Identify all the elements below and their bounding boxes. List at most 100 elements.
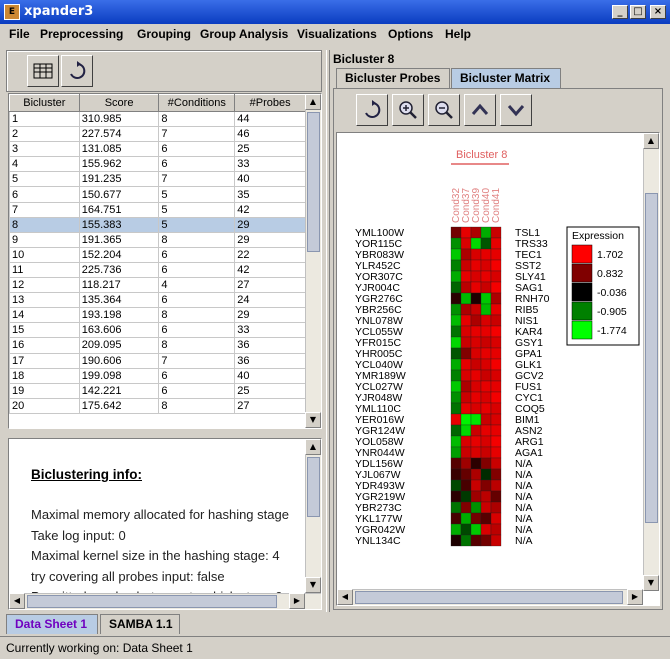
heatmap-cell bbox=[490, 369, 502, 382]
table-row[interactable]: 11 225.736 6 42 bbox=[9, 261, 306, 279]
scroll-up-arrow[interactable]: ▲ bbox=[305, 439, 321, 455]
table-vscroll[interactable]: ▲ ▼ bbox=[305, 94, 321, 428]
heatmap-cell bbox=[470, 402, 482, 415]
table-cell: 5 bbox=[158, 216, 236, 233]
legend-label: -0.905 bbox=[597, 306, 627, 318]
col-probes[interactable]: #Probes bbox=[234, 94, 306, 112]
matrix-hscroll[interactable]: ◀ ▶ bbox=[337, 589, 643, 605]
tab-bicluster-probes[interactable]: Bicluster Probes bbox=[336, 68, 450, 88]
table-cell: 14 bbox=[9, 307, 80, 324]
tab-data-sheet-1[interactable]: Data Sheet 1 bbox=[6, 614, 98, 634]
scroll-thumb[interactable] bbox=[307, 112, 320, 252]
menu-grouping[interactable]: Grouping bbox=[137, 27, 191, 41]
table-row[interactable]: 4 155.962 6 33 bbox=[9, 156, 306, 173]
table-row[interactable]: 19 142.221 6 25 bbox=[9, 382, 306, 399]
scroll-right-arrow[interactable]: ▶ bbox=[289, 593, 305, 609]
scroll-down-arrow[interactable]: ▼ bbox=[305, 412, 321, 428]
menu-file[interactable]: File bbox=[9, 27, 30, 41]
col-bicluster[interactable]: Bicluster bbox=[9, 94, 80, 112]
close-button[interactable]: × bbox=[650, 5, 666, 19]
scroll-up-arrow[interactable]: ▲ bbox=[643, 133, 659, 149]
heatmap-cell bbox=[460, 248, 472, 261]
table-row[interactable]: 15 163.606 6 33 bbox=[9, 322, 306, 339]
tab-samba[interactable]: SAMBA 1.1 bbox=[100, 614, 180, 634]
info-hscroll[interactable]: ◀ ▶ bbox=[9, 593, 321, 609]
table-row[interactable]: 6 150.677 5 35 bbox=[9, 186, 306, 203]
matrix-refresh-button[interactable] bbox=[356, 94, 388, 126]
info-vscroll[interactable]: ▲ ▼ bbox=[305, 439, 321, 593]
table-row[interactable]: 8 155.383 5 29 bbox=[9, 216, 306, 233]
heatmap-cell bbox=[450, 446, 462, 459]
tab-bicluster-matrix[interactable]: Bicluster Matrix bbox=[451, 68, 561, 88]
table-row[interactable]: 16 209.095 8 36 bbox=[9, 337, 306, 354]
heatmap-cell bbox=[470, 303, 482, 316]
heatmap-cell bbox=[470, 259, 482, 272]
table-cell: 42 bbox=[234, 201, 306, 218]
heatmap-cell bbox=[450, 248, 462, 261]
table-row[interactable]: 1 310.985 8 44 bbox=[9, 110, 306, 128]
heatmap-cell bbox=[460, 270, 472, 283]
table-row[interactable]: 10 152.204 6 22 bbox=[9, 246, 306, 263]
heatmap-cell bbox=[460, 490, 472, 503]
table-row[interactable]: 12 118.217 4 27 bbox=[9, 277, 306, 294]
scroll-thumb[interactable] bbox=[27, 595, 277, 608]
heatmap-cell bbox=[470, 501, 482, 514]
maximize-button[interactable]: □ bbox=[630, 5, 646, 19]
table-row[interactable]: 13 135.364 6 24 bbox=[9, 292, 306, 309]
table-row[interactable]: 20 175.642 8 27 bbox=[9, 397, 306, 414]
move-down-button[interactable] bbox=[500, 94, 532, 126]
zoom-out-button[interactable] bbox=[428, 94, 460, 126]
table-view-button[interactable] bbox=[27, 55, 59, 87]
table-cell: 7 bbox=[9, 201, 80, 218]
table-row[interactable]: 14 193.198 8 29 bbox=[9, 307, 306, 324]
scroll-left-arrow[interactable]: ◀ bbox=[337, 589, 353, 605]
chevron-down-icon bbox=[507, 105, 525, 117]
scroll-left-arrow[interactable]: ◀ bbox=[9, 593, 25, 609]
scroll-right-arrow[interactable]: ▶ bbox=[627, 589, 643, 605]
table-row[interactable]: 17 190.606 7 36 bbox=[9, 352, 306, 369]
heatmap-cell bbox=[470, 523, 482, 536]
heatmap-cell bbox=[460, 523, 472, 536]
scroll-thumb[interactable] bbox=[645, 193, 658, 523]
legend-label: 0.832 bbox=[597, 268, 623, 280]
menu-options[interactable]: Options bbox=[388, 27, 433, 41]
split-divider[interactable] bbox=[326, 50, 330, 612]
heatmap-cell bbox=[450, 435, 462, 448]
heatmap-cell bbox=[490, 523, 502, 536]
table-row[interactable]: 7 164.751 5 42 bbox=[9, 201, 306, 218]
zoom-in-button[interactable] bbox=[392, 94, 424, 126]
table-cell: 5 bbox=[9, 171, 80, 188]
move-up-button[interactable] bbox=[464, 94, 496, 126]
menu-help[interactable]: Help bbox=[445, 27, 471, 41]
heatmap-cell bbox=[450, 270, 462, 283]
matrix-vscroll[interactable]: ▲ ▼ bbox=[643, 133, 659, 591]
table-row[interactable]: 5 191.235 7 40 bbox=[9, 171, 306, 188]
table-cell: 9 bbox=[9, 231, 80, 248]
menu-group-analysis[interactable]: Group Analysis bbox=[200, 27, 288, 41]
heatmap-cell bbox=[450, 303, 462, 316]
heatmap-cell bbox=[450, 501, 462, 514]
col-score[interactable]: Score bbox=[78, 94, 160, 112]
table-row[interactable]: 2 227.574 7 46 bbox=[9, 126, 306, 143]
menu-visualizations[interactable]: Visualizations bbox=[297, 27, 377, 41]
scroll-up-arrow[interactable]: ▲ bbox=[305, 94, 321, 110]
table-row[interactable]: 18 199.098 6 40 bbox=[9, 367, 306, 384]
scroll-thumb[interactable] bbox=[355, 591, 623, 604]
heatmap-cell bbox=[490, 512, 502, 525]
menu-preprocessing[interactable]: Preprocessing bbox=[40, 27, 123, 41]
table-cell: 25 bbox=[234, 382, 306, 399]
scroll-down-arrow[interactable]: ▼ bbox=[643, 575, 659, 591]
table-row[interactable]: 3 131.085 6 25 bbox=[9, 141, 306, 158]
heatmap-cell bbox=[490, 457, 502, 470]
scroll-down-arrow[interactable]: ▼ bbox=[305, 577, 321, 593]
heatmap-cell bbox=[460, 303, 472, 316]
heatmap-cell bbox=[490, 314, 502, 327]
minimize-button[interactable]: _ bbox=[612, 5, 628, 19]
scroll-thumb[interactable] bbox=[307, 457, 320, 517]
table-cell: 19 bbox=[9, 382, 80, 399]
table-cell: 33 bbox=[234, 156, 306, 173]
table-row[interactable]: 9 191.365 8 29 bbox=[9, 231, 306, 248]
col-conditions[interactable]: #Conditions bbox=[158, 94, 236, 112]
table-cell: 6 bbox=[158, 261, 236, 279]
refresh-button[interactable] bbox=[61, 55, 93, 87]
